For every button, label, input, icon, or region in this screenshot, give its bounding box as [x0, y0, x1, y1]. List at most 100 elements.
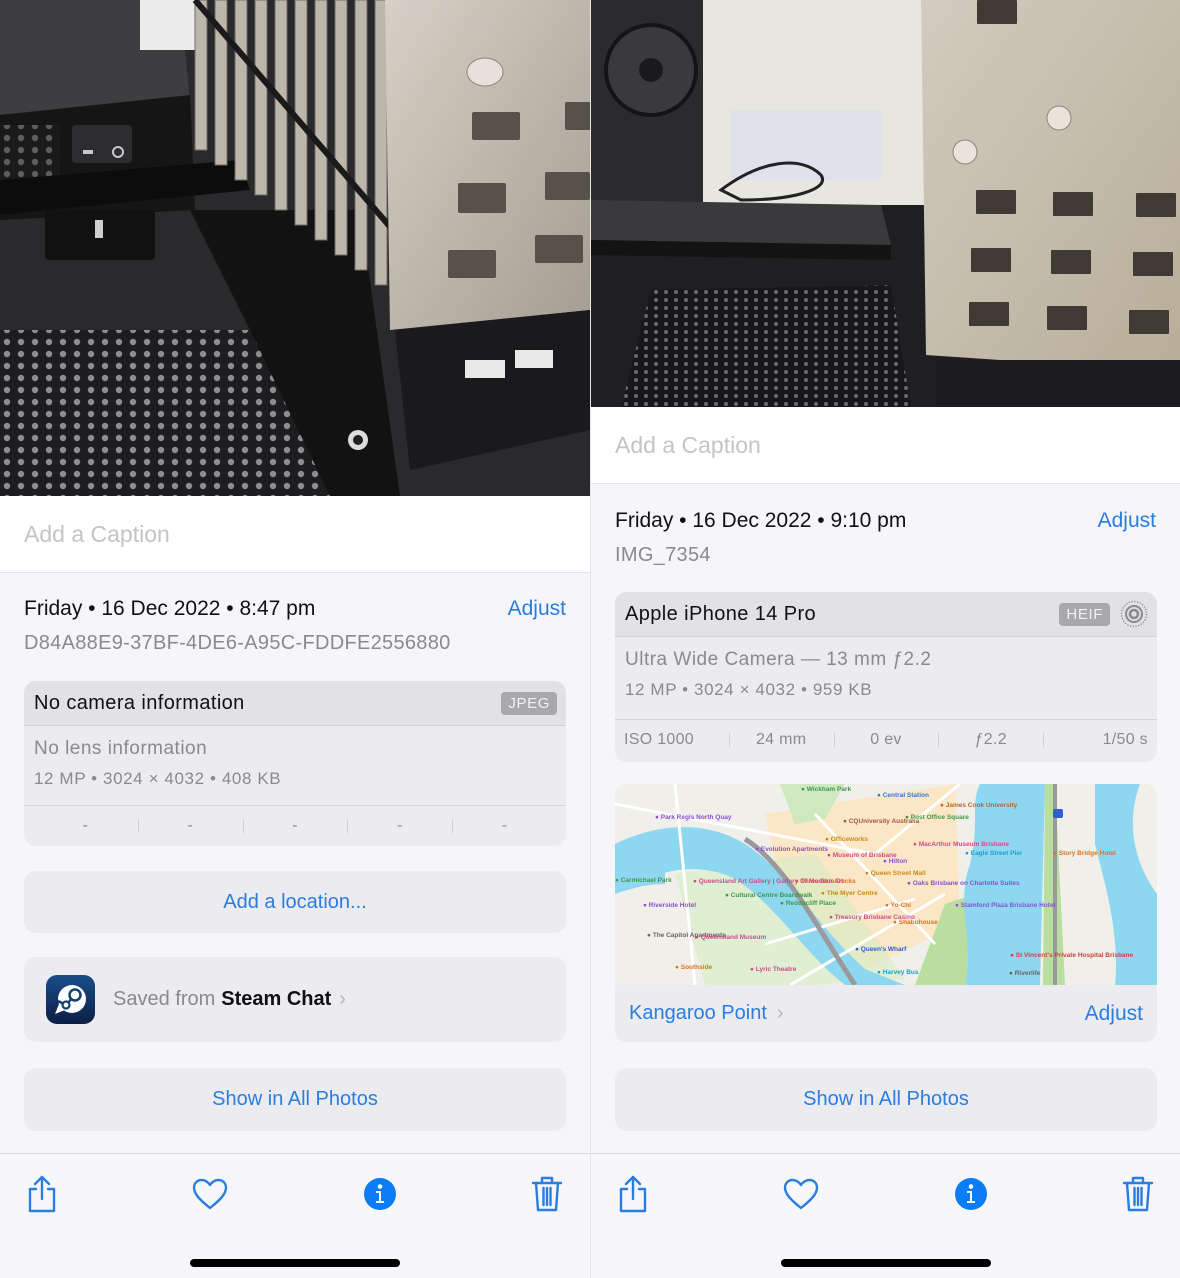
favorite-button[interactable]	[781, 1174, 821, 1214]
exif-row: - - - - -	[24, 806, 566, 846]
image-specs: 12 MP • 3024 × 4032 • 959 KB	[625, 680, 873, 699]
exif-focal-length: 24 mm	[728, 731, 834, 749]
caption-input[interactable]	[24, 520, 590, 548]
camera-info-header: Apple iPhone 14 Pro HEIF	[615, 592, 1157, 637]
map-poi-label: ● Post Office Square	[905, 814, 969, 821]
info-button[interactable]	[951, 1174, 991, 1214]
lens-text: No lens information	[34, 738, 208, 759]
home-indicator[interactable]	[190, 1259, 400, 1267]
photo-filename: D84A88E9-37BF-4DE6-A95C-FDDFE2556880	[24, 632, 451, 654]
trash-icon	[531, 1176, 563, 1212]
caption-field-container	[0, 496, 590, 573]
exif-iso: ISO 1000	[624, 731, 695, 748]
map-poi-label: ● Officeworks	[825, 836, 868, 843]
map-poi-label: ● Yo-Chi	[885, 902, 912, 909]
bottom-toolbar	[0, 1153, 590, 1278]
map-poi-label: ● Queen Street Mall	[865, 870, 926, 877]
info-icon	[364, 1178, 396, 1210]
info-icon	[955, 1178, 987, 1210]
exif-row: ISO 1000 24 mm 0 ev ƒ2.2 1/50 s	[615, 720, 1157, 760]
lens-info: No lens information 12 MP • 3024 × 4032 …	[24, 726, 566, 806]
chevron-right-icon: ›	[776, 1002, 784, 1024]
pc-case-photo	[0, 0, 590, 496]
heart-icon	[783, 1178, 819, 1210]
format-badge: JPEG	[501, 691, 557, 715]
info-button[interactable]	[360, 1174, 400, 1214]
steam-icon	[46, 975, 95, 1024]
map-poi-label: ● Eagle Street Pier	[965, 850, 1023, 857]
map-poi-label: ● Central Station	[877, 792, 929, 799]
caption-field-container	[591, 407, 1180, 484]
exif-exposure-bias: -	[242, 817, 348, 835]
map-poi-label: ● James Cook University	[940, 802, 1018, 809]
exif-exposure-bias: 0 ev	[833, 731, 939, 749]
bottom-toolbar	[591, 1153, 1180, 1278]
map-poi-label: ● Shabuhouse	[893, 919, 938, 926]
live-photo-icon[interactable]	[1120, 600, 1148, 628]
map-poi-label: ● Southside	[675, 964, 713, 971]
map-poi-label: ● Lyric Theatre	[750, 966, 797, 973]
map-poi-label: ● Queensland Art Gallery | Gallery Of Mo…	[693, 878, 844, 885]
photo-preview[interactable]	[0, 0, 590, 496]
map-poi-label: ● Oaks Brisbane on Charlotte Suites	[907, 880, 1020, 887]
show-in-all-photos-button[interactable]: Show in All Photos	[24, 1068, 566, 1131]
map-poi-label: ● Carmichael Park	[615, 877, 672, 884]
favorite-button[interactable]	[190, 1174, 230, 1214]
home-indicator[interactable]	[781, 1259, 991, 1267]
camera-info-card: No camera information JPEG No lens infor…	[24, 681, 566, 846]
share-icon	[28, 1175, 56, 1213]
delete-button[interactable]	[527, 1174, 567, 1214]
location-map[interactable]: ● Wickham Park ● Central Station ● James C…	[615, 784, 1157, 985]
share-button[interactable]	[613, 1174, 653, 1214]
location-footer: Kangaroo Point › Adjust	[615, 985, 1157, 1042]
map-poi-label: ● St Vincent's Private Hospital Brisbane	[1010, 952, 1134, 959]
photo-info-panel-right: Friday • 16 Dec 2022 • 9:10 pm Adjust IM…	[590, 0, 1180, 1278]
image-specs: 12 MP • 3024 × 4032 • 408 KB	[34, 769, 282, 788]
saved-from-label: Saved from	[113, 988, 216, 1010]
place-name: Kangaroo Point	[629, 1002, 767, 1024]
map-poi-label: ● Wickham Park	[801, 786, 852, 793]
adjust-location-button[interactable]: Adjust	[1085, 1002, 1143, 1026]
show-in-all-photos-button[interactable]: Show in All Photos	[615, 1068, 1157, 1131]
map-poi-label: ● Cultural Centre Boardwalk	[725, 892, 813, 899]
map-poi-label: ● Riverside Hotel	[643, 902, 697, 909]
map-poi-label: ● Evolution Apartments	[755, 846, 829, 853]
map-poi-label: ● The Myer Centre	[821, 890, 878, 897]
exif-focal-length: -	[137, 817, 243, 835]
lens-info: Ultra Wide Camera — 13 mm ƒ2.2 12 MP • 3…	[615, 637, 1157, 720]
exif-shutter-speed: 1/50 s	[1043, 731, 1148, 749]
photo-date: Friday • 16 Dec 2022 • 9:10 pm	[615, 509, 907, 532]
trash-icon	[1122, 1176, 1154, 1212]
camera-info-header: No camera information JPEG	[24, 681, 566, 726]
add-location-button[interactable]: Add a location...	[24, 871, 566, 933]
location-card: ● Wickham Park ● Central Station ● James C…	[615, 784, 1157, 1042]
saved-from-source[interactable]: Saved from Steam Chat ›	[24, 957, 566, 1042]
map-poi-label: ● Reddacliff Place	[780, 900, 836, 907]
exif-aperture: -	[347, 817, 452, 835]
map-poi-label: ● MacArthur Museum Brisbane	[913, 841, 1010, 848]
map-poi-label: ● Harvey Bus	[877, 969, 919, 976]
map-poi-label: ● Riverlife	[1009, 970, 1041, 977]
photo-info-panel-left: Friday • 16 Dec 2022 • 8:47 pm Adjust D8…	[0, 0, 590, 1278]
map-poi-label: ● Story Bridge Hotel	[1053, 850, 1116, 857]
chevron-right-icon: ›	[339, 988, 346, 1010]
adjust-date-button[interactable]: Adjust	[508, 597, 566, 621]
share-icon	[619, 1175, 647, 1213]
photo-preview[interactable]	[591, 0, 1180, 407]
camera-name: Apple iPhone 14 Pro	[625, 602, 817, 625]
place-name-link[interactable]: Kangaroo Point ›	[629, 1002, 784, 1025]
lens-text: Ultra Wide Camera — 13 mm ƒ2.2	[625, 649, 932, 670]
map-poi-label: ● Queensland Museum	[695, 934, 767, 941]
exif-shutter-speed: -	[452, 817, 557, 835]
delete-button[interactable]	[1118, 1174, 1158, 1214]
camera-name: No camera information	[34, 691, 245, 714]
caption-input[interactable]	[615, 431, 1180, 459]
map-poi-label: ● Stamford Plaza Brisbane Hotel	[955, 902, 1056, 909]
format-badge: HEIF	[1059, 602, 1110, 626]
camera-info-card: Apple iPhone 14 Pro HEIF Ultra Wide Came…	[615, 592, 1157, 762]
map-poi-label: ● Park Regis North Quay	[655, 814, 732, 821]
adjust-date-button[interactable]: Adjust	[1098, 509, 1156, 533]
share-button[interactable]	[22, 1174, 62, 1214]
source-app-name: Steam Chat	[221, 988, 332, 1010]
map-poi-label: ● Queen's Wharf	[855, 946, 907, 953]
